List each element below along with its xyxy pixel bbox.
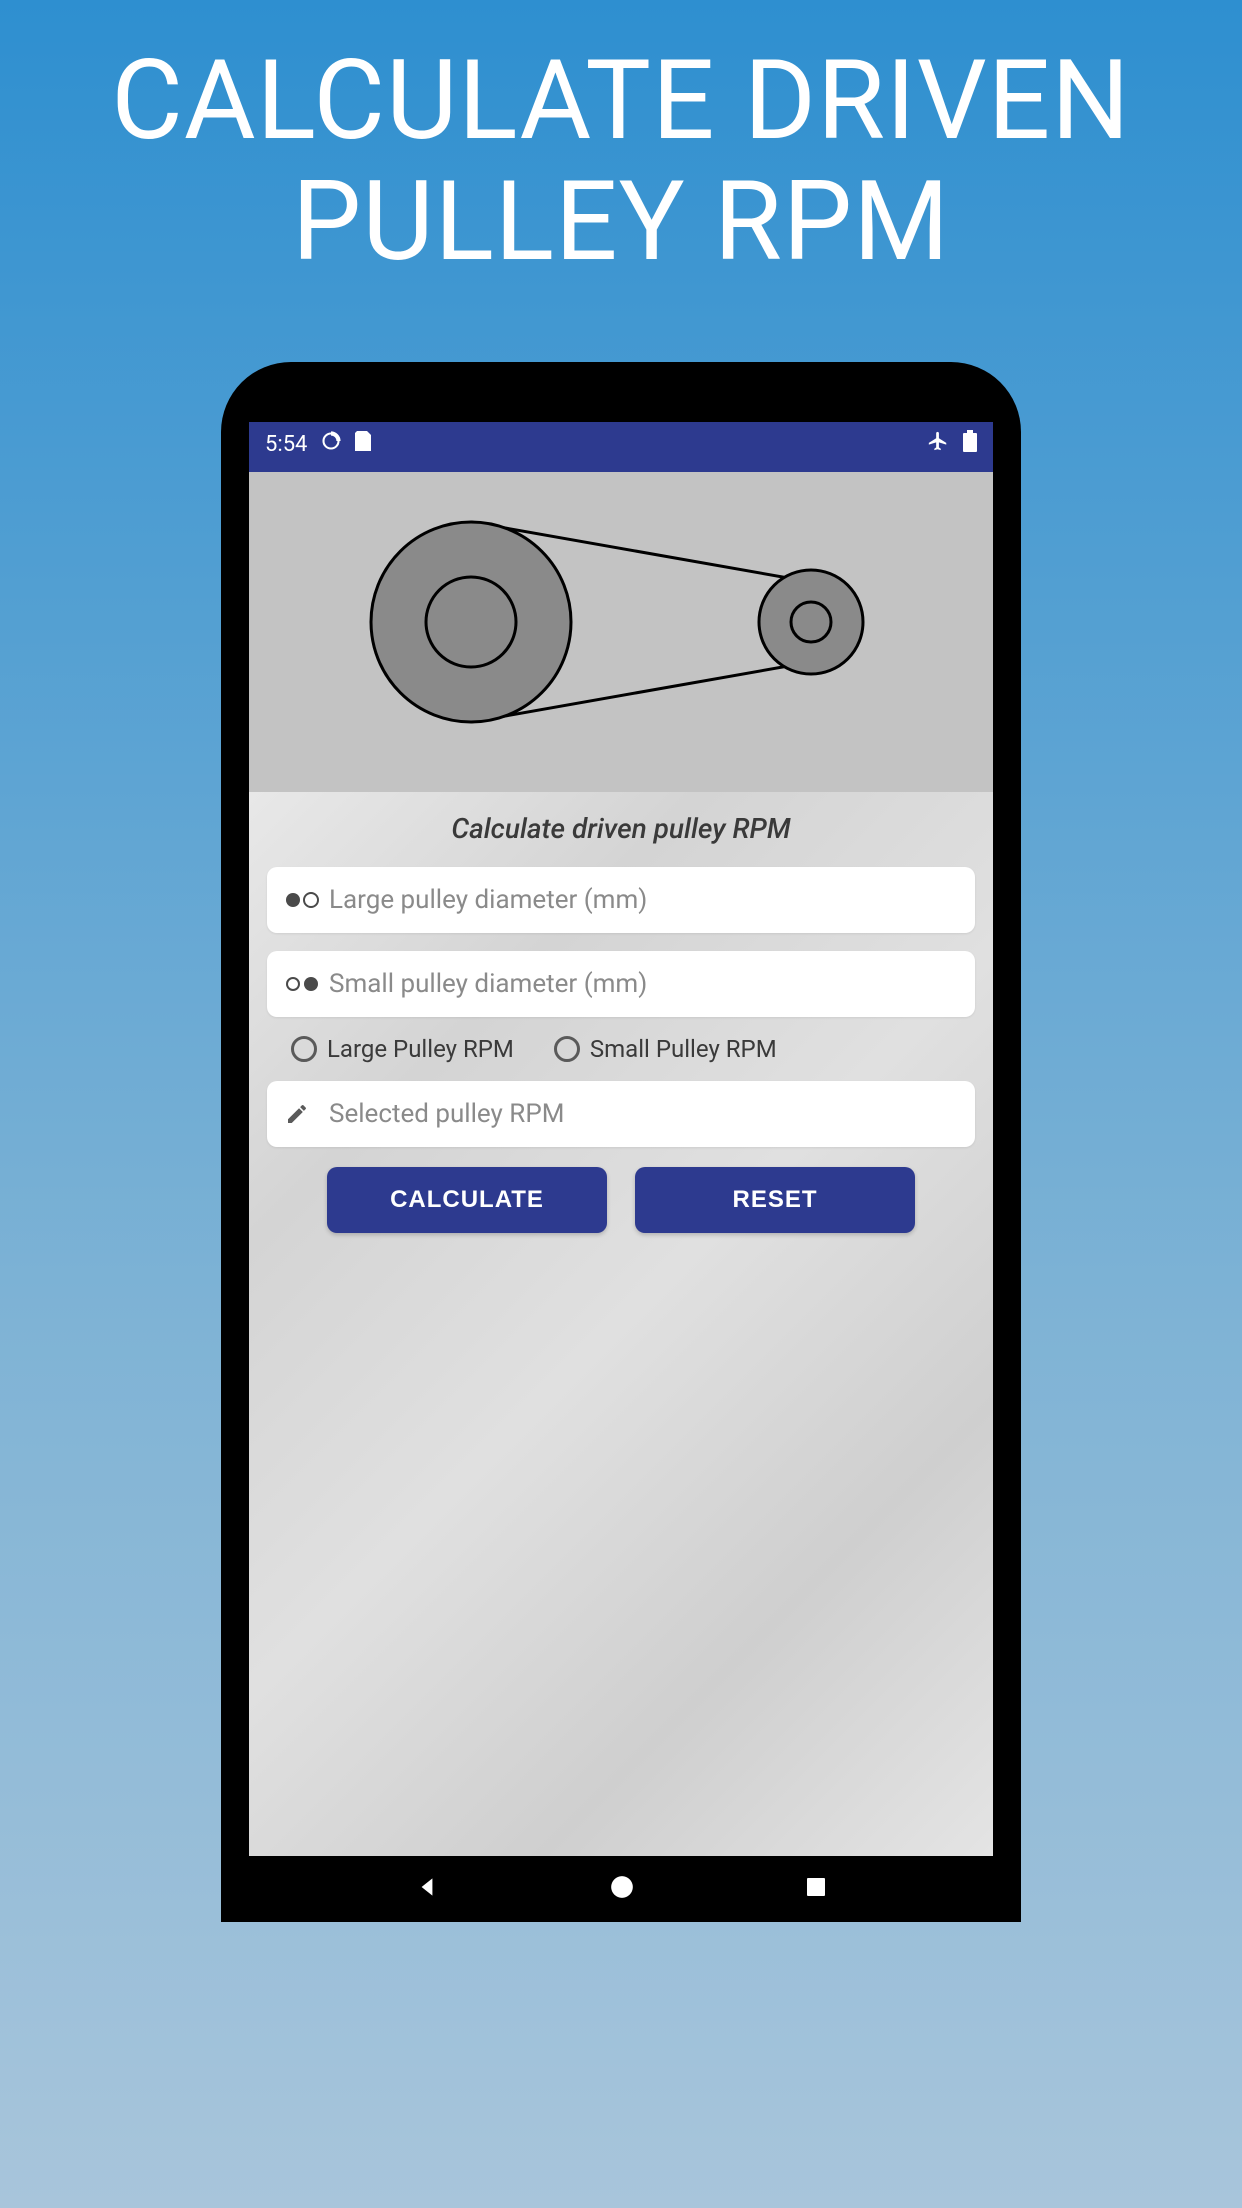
recents-button[interactable]: [804, 1875, 828, 1903]
home-button[interactable]: [609, 1874, 635, 1904]
large-diameter-input[interactable]: Large pulley diameter (mm): [267, 867, 975, 933]
promo-title-line2: PULLEY RPM: [40, 161, 1202, 282]
radio-icon: [554, 1036, 580, 1062]
form-area: Calculate driven pulley RPM Large pulley…: [249, 792, 993, 1856]
promo-title: CALCULATE DRIVEN PULLEY RPM: [0, 0, 1242, 282]
button-row: CALCULATE RESET: [267, 1167, 975, 1233]
data-saver-icon: [321, 431, 341, 457]
small-rpm-radio[interactable]: Small Pulley RPM: [554, 1035, 777, 1063]
status-bar: 5:54: [249, 422, 993, 466]
large-rpm-radio[interactable]: Large Pulley RPM: [291, 1035, 514, 1063]
large-pulley-icon: [285, 890, 329, 910]
promo-title-line1: CALCULATE DRIVEN: [40, 40, 1202, 161]
small-rpm-label: Small Pulley RPM: [590, 1035, 777, 1063]
large-diameter-placeholder: Large pulley diameter (mm): [329, 885, 957, 915]
phone-frame: 5:54: [221, 362, 1021, 1922]
phone-screen: 5:54: [249, 422, 993, 1922]
rpm-radio-group: Large Pulley RPM Small Pulley RPM: [267, 1035, 975, 1081]
small-diameter-input[interactable]: Small pulley diameter (mm): [267, 951, 975, 1017]
selected-rpm-placeholder: Selected pulley RPM: [329, 1099, 957, 1129]
back-button[interactable]: [414, 1874, 440, 1904]
pencil-icon: [285, 1102, 329, 1126]
calculate-button[interactable]: CALCULATE: [327, 1167, 607, 1233]
radio-icon: [291, 1036, 317, 1062]
status-time: 5:54: [265, 432, 307, 457]
reset-button[interactable]: RESET: [635, 1167, 915, 1233]
selected-rpm-input[interactable]: Selected pulley RPM: [267, 1081, 975, 1147]
airplane-icon: [927, 430, 949, 458]
battery-icon: [963, 430, 977, 458]
sim-icon: [355, 431, 371, 457]
small-diameter-placeholder: Small pulley diameter (mm): [329, 969, 957, 999]
small-pulley-icon: [285, 974, 329, 994]
large-rpm-label: Large Pulley RPM: [327, 1035, 514, 1063]
section-title: Calculate driven pulley RPM: [267, 812, 975, 845]
android-nav-bar: [249, 1856, 993, 1922]
pulley-diagram: [249, 472, 993, 792]
